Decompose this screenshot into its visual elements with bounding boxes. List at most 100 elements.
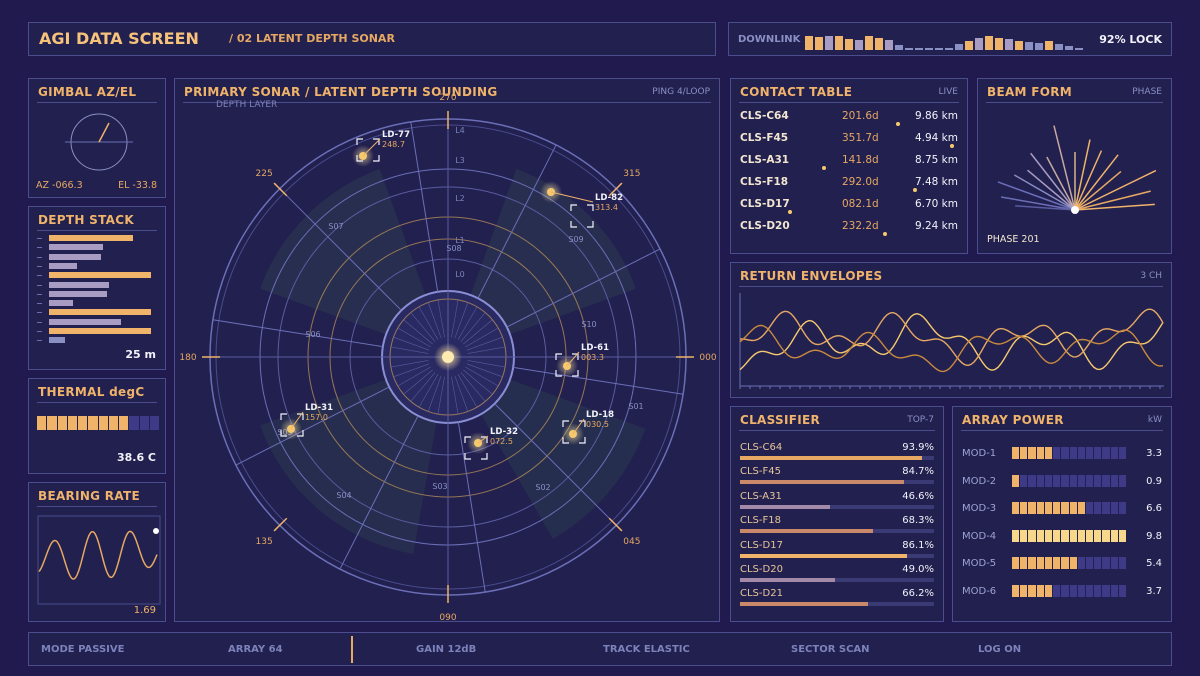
classifier-row-track [740, 602, 934, 607]
contact-row[interactable]: CLS-D20 232.2d 9.24 km [740, 220, 958, 242]
layer-label: L2 [455, 194, 465, 203]
envelope-trace [739, 312, 1164, 371]
array-power-row[interactable]: MOD-2 0.9 [962, 474, 1162, 502]
classifier-row[interactable]: CLS-D21 66.2% [740, 588, 934, 612]
array-power-row[interactable]: MOD-5 5.4 [962, 557, 1162, 584]
array-power-segment [1028, 529, 1036, 542]
contact-id: LD-77 [382, 130, 410, 140]
contact-row-range: 6.70 km [914, 198, 958, 210]
classifier-panel: CLASSIFIER TOP-7 CLS-C64 93.9% CLS-F45 84.7… [730, 406, 944, 622]
footer-array[interactable]: ARRAY 64 [228, 644, 283, 655]
thermal-segment [149, 416, 159, 430]
classifier-row-track [740, 504, 934, 509]
thermal-segment [57, 416, 67, 430]
footer-gain[interactable]: GAIN 12dB [416, 644, 476, 655]
contact-row[interactable]: CLS-A31 141.8d 8.75 km [740, 154, 958, 176]
downlink-bar [985, 36, 993, 50]
sonar-panel: PRIMARY SONAR / LATENT DEPTH SOUNDING PI… [174, 78, 720, 622]
array-power-segment [1061, 474, 1069, 487]
contact-row-id: CLS-D17 [740, 198, 790, 210]
array-power-row-gauge [1012, 584, 1127, 597]
array-power-segment [1020, 557, 1028, 569]
array-power-segment [1020, 474, 1028, 487]
array-power-segment [1094, 557, 1102, 569]
array-power-segment [1036, 584, 1044, 597]
classifier-row-track [740, 480, 934, 485]
array-power-segment [1094, 529, 1102, 542]
array-power-segment [1053, 447, 1061, 459]
sonar-contact[interactable]: LD-61003.3 [555, 343, 609, 377]
contact-row[interactable]: CLS-F45 351.7d 4.94 km [740, 132, 958, 154]
depth-bar [49, 262, 77, 269]
depth-tick [37, 265, 42, 267]
classifier-row-track [740, 529, 934, 534]
array-power-segment [1028, 584, 1036, 597]
contact-table-title: CONTACT TABLE [740, 85, 853, 99]
array-power-row[interactable]: MOD-1 3.3 [962, 447, 1162, 474]
contact-row[interactable]: CLS-F18 292.0d 7.48 km [740, 176, 958, 198]
depth-tick [37, 331, 42, 332]
array-power-segment [1012, 447, 1020, 459]
beam-origin [1071, 206, 1079, 214]
classifier-row-fill [740, 578, 836, 582]
array-power-row-id: MOD-4 [962, 530, 997, 542]
contact-row-bearing: 201.6d [842, 110, 879, 122]
contact-row-id: CLS-A31 [740, 154, 790, 166]
depth-tick [37, 312, 42, 314]
array-power-tag: kW [1147, 415, 1162, 425]
array-power-segment [1061, 529, 1069, 542]
sector-label: S02 [535, 483, 550, 492]
layer-label: L4 [455, 126, 465, 135]
array-power-row[interactable]: MOD-4 9.8 [962, 529, 1162, 557]
contact-row-bearing: 292.0d [842, 176, 879, 188]
classifier-row[interactable]: CLS-D20 49.0% [740, 564, 934, 588]
classifier-row[interactable]: CLS-F18 68.3% [740, 515, 934, 539]
depth-bar [49, 309, 151, 316]
gimbal-el: EL -33.8 [118, 180, 157, 191]
thermal-segment [108, 416, 118, 430]
array-power-segment [1012, 474, 1020, 487]
depth-bar [49, 272, 151, 279]
array-power-segment [1110, 529, 1118, 542]
contact-bearing: 157.0 [305, 413, 328, 422]
array-power-segment [1012, 529, 1020, 542]
array-power-row-value: 9.8 [1146, 530, 1162, 542]
array-power-segment [1044, 557, 1053, 569]
footer-mode[interactable]: MODE PASSIVE [41, 644, 124, 655]
classifier-row[interactable]: CLS-F45 84.7% [740, 466, 934, 490]
classifier-row[interactable]: CLS-C64 93.9% [740, 442, 934, 466]
classifier-row-pct: 86.1% [902, 539, 934, 551]
classifier-row-fill [740, 480, 905, 485]
downlink-bar [955, 44, 963, 50]
depth-bar [49, 253, 101, 260]
contact-row[interactable]: CLS-D17 082.1d 6.70 km [740, 198, 958, 220]
contact-id: LD-31 [305, 403, 333, 413]
contact-row-bearing: 232.2d [842, 220, 879, 232]
classifier-row-pct: 66.2% [902, 588, 934, 600]
classifier-row[interactable]: CLS-A31 46.6% [740, 491, 934, 515]
array-power-row-value: 5.4 [1146, 558, 1162, 569]
array-power-row[interactable]: MOD-3 6.6 [962, 502, 1162, 529]
footer-log[interactable]: LOG ON [978, 644, 1021, 655]
downlink-bar [1015, 41, 1023, 50]
downlink-bar [925, 48, 933, 50]
array-power-segment [1053, 502, 1061, 514]
array-power-segment [1077, 447, 1085, 459]
array-power-row[interactable]: MOD-6 3.7 [962, 584, 1162, 612]
contact-row-id: CLS-C64 [740, 110, 789, 122]
array-power-segment [1053, 474, 1061, 487]
thermal-title: THERMAL degC [38, 385, 145, 399]
footer-sector[interactable]: SECTOR SCAN [791, 644, 870, 655]
contact-row[interactable]: CLS-C64 201.6d 9.86 km [740, 110, 958, 132]
contact-row-marker [787, 210, 792, 214]
thermal-segment [119, 416, 129, 430]
array-power-segment [1077, 584, 1085, 597]
footer-track[interactable]: TRACK ELASTIC [603, 644, 690, 655]
contact-id: LD-18 [586, 410, 614, 420]
classifier-title: CLASSIFIER [740, 413, 821, 427]
downlink-bar [1035, 42, 1043, 50]
array-power-segment [1069, 474, 1077, 487]
array-power-segment [1094, 502, 1102, 514]
array-power-segment [1118, 529, 1127, 542]
classifier-row[interactable]: CLS-D17 86.1% [740, 540, 934, 564]
